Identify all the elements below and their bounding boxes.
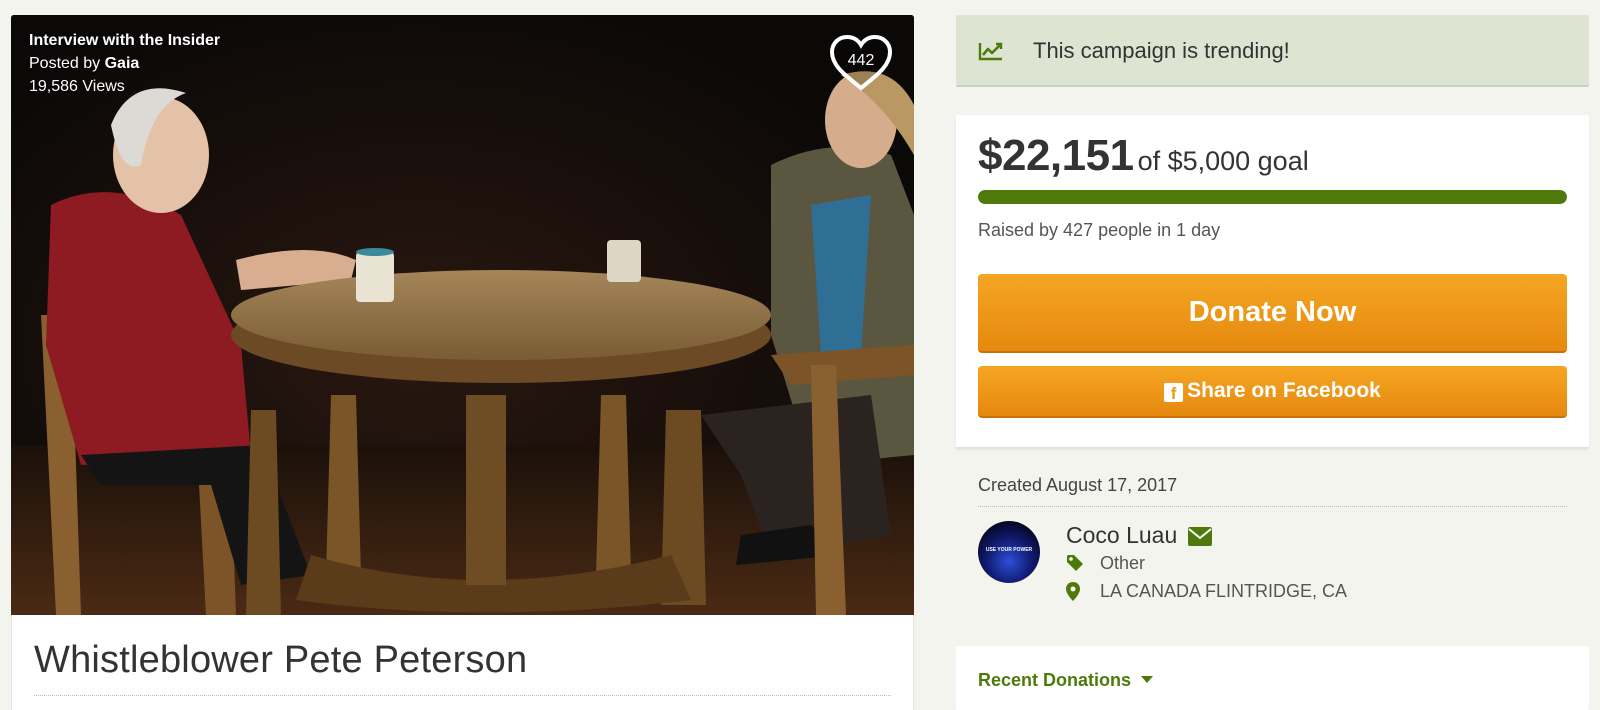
created-date: Created August 17, 2017 (978, 475, 1178, 495)
recent-donations-toggle[interactable]: Recent Donations (978, 670, 1154, 691)
heart-count: 442 (847, 52, 875, 69)
avatar-text: USE YOUR POWER (985, 547, 1033, 553)
view-count: 19,586 Views (29, 78, 125, 95)
progress-bar (978, 190, 1567, 204)
recent-donations-label: Recent Donations (978, 670, 1132, 690)
trending-text: This campaign is trending! (1033, 38, 1290, 63)
heart-button[interactable]: 442 (828, 33, 894, 93)
organizer-avatar[interactable]: USE YOUR POWER (978, 521, 1040, 583)
recent-donations-panel: Recent Donations (956, 646, 1589, 710)
campaign-video[interactable]: Interview with the Insider Posted by Gai… (11, 15, 914, 615)
envelope-icon[interactable] (1187, 527, 1212, 546)
progress-fill (978, 190, 1567, 204)
map-pin-icon (1066, 582, 1080, 601)
organizer-divider (978, 506, 1567, 507)
goal-text: of $5,000 goal (1137, 146, 1309, 176)
location-label: LA CANADA FLINTRIDGE, CA (1100, 581, 1348, 601)
organizer-name-line: Coco Luau (1066, 522, 1212, 549)
tag-icon (1067, 555, 1083, 571)
posted-by-name[interactable]: Gaia (105, 55, 140, 72)
posted-by-prefix: Posted by (29, 55, 101, 72)
amount-raised-line: $22,151 of $5,000 goal (978, 131, 1309, 181)
raised-by-text: Raised by 427 people in 1 day (978, 220, 1221, 240)
donation-card: $22,151 of $5,000 goal Raised by 427 peop… (956, 115, 1589, 449)
organizer-name: Coco Luau (1066, 522, 1178, 548)
donate-now-button[interactable]: Donate Now (978, 274, 1567, 353)
campaign-title-card: Whistleblower Pete Peterson (11, 615, 914, 710)
share-facebook-button[interactable]: f Share on Facebook (978, 366, 1567, 418)
share-facebook-label: Share on Facebook (1187, 379, 1381, 402)
amount-raised: $22,151 (978, 131, 1134, 180)
campaign-title: Whistleblower Pete Peterson (34, 639, 528, 681)
caret-down-icon (1141, 676, 1154, 683)
trending-chart-icon (978, 42, 1003, 61)
title-divider (34, 695, 891, 696)
video-meta: Interview with the Insider Posted by Gai… (29, 29, 220, 98)
interview-scene-image (11, 15, 914, 615)
trending-banner: This campaign is trending! (956, 15, 1589, 87)
category-label[interactable]: Other (1100, 553, 1145, 574)
video-title: Interview with the Insider (29, 32, 221, 49)
posted-by: Posted by Gaia (29, 52, 220, 75)
facebook-icon: f (1164, 383, 1184, 403)
